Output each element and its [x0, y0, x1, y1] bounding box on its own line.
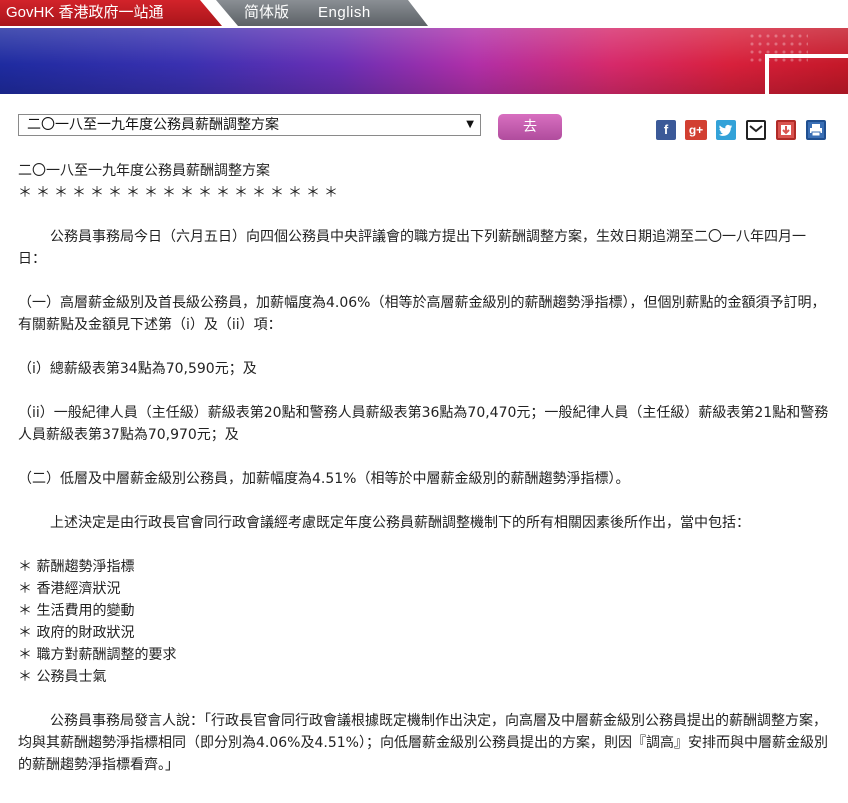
go-button[interactable]: 去 — [498, 114, 562, 140]
paragraph-spokesperson: 公務員事務局發言人說：「行政長官會同行政會議根據既定機制作出決定，向高層及中層薪… — [18, 713, 828, 773]
list-item: ＊ 職方對薪酬調整的要求 — [18, 647, 177, 663]
banner-sheen — [0, 28, 848, 94]
press-release-body: 二〇一八至一九年度公務員薪酬調整方案 ＊＊＊＊＊＊＊＊＊＊＊＊＊＊＊＊＊＊ 公務… — [18, 160, 833, 776]
paragraph-factors-intro: 上述決定是由行政長官會同行政會議經考慮既定年度公務員薪酬調整機制下的所有相關因素… — [50, 515, 750, 531]
paragraph-item-1-ii: （ii）一般紀律人員（主任級）薪級表第20點和警務人員薪級表第36點為70,47… — [18, 405, 829, 443]
printer-icon — [810, 124, 822, 137]
govhk-home-link[interactable]: GovHK 香港政府一站通 — [0, 0, 222, 26]
list-item: ＊ 生活費用的變動 — [18, 603, 135, 619]
facebook-share-icon[interactable]: f — [656, 120, 676, 140]
press-release-select[interactable]: 二〇一八至一九年度公務員薪酬調整方案 ▼ — [18, 114, 481, 136]
simplified-chinese-link[interactable]: 简体版 — [244, 0, 289, 26]
envelope-icon — [749, 125, 763, 133]
header-banner — [0, 28, 848, 94]
twitter-bird-icon — [718, 124, 733, 136]
list-item: ＊ 薪酬趨勢淨指標 — [18, 559, 135, 575]
list-item: ＊ 香港經濟狀況 — [18, 581, 121, 597]
paragraph-item-1: （一）高層薪金級別及首長級公務員，加薪幅度為4.06%（相等於高層薪金級別的薪酬… — [18, 295, 826, 333]
banner-frame-decoration — [765, 54, 848, 94]
paragraph-item-1-i: （i）總薪級表第34點為70,590元；及 — [18, 361, 257, 377]
email-share-icon[interactable] — [746, 120, 766, 140]
print-icon[interactable] — [806, 120, 826, 140]
list-item: ＊ 公務員士氣 — [18, 669, 107, 685]
paragraph-item-2: （二）低層及中層薪金級別公務員，加薪幅度為4.51%（相等於中層薪金級別的薪酬趨… — [18, 471, 630, 487]
save-share-icon[interactable] — [776, 120, 796, 140]
top-navigation: GovHK 香港政府一站通 简体版 English — [0, 0, 848, 28]
title-separator: ＊＊＊＊＊＊＊＊＊＊＊＊＊＊＊＊＊＊ — [18, 185, 342, 201]
google-plus-share-icon[interactable]: g+ — [685, 120, 707, 140]
paragraph-intro: 公務員事務局今日（六月五日）向四個公務員中央評議會的職方提出下列薪酬調整方案，生… — [18, 229, 806, 267]
twitter-share-icon[interactable] — [716, 120, 736, 140]
list-item: ＊ 政府的財政狀況 — [18, 625, 135, 641]
english-link[interactable]: English — [318, 0, 371, 26]
download-icon — [781, 125, 791, 135]
press-release-select-value: 二〇一八至一九年度公務員薪酬調整方案 — [27, 117, 279, 133]
language-switcher: 简体版 English — [216, 0, 428, 26]
press-release-title: 二〇一八至一九年度公務員薪酬調整方案 — [18, 163, 270, 179]
dropdown-arrow-icon: ▼ — [466, 119, 474, 130]
